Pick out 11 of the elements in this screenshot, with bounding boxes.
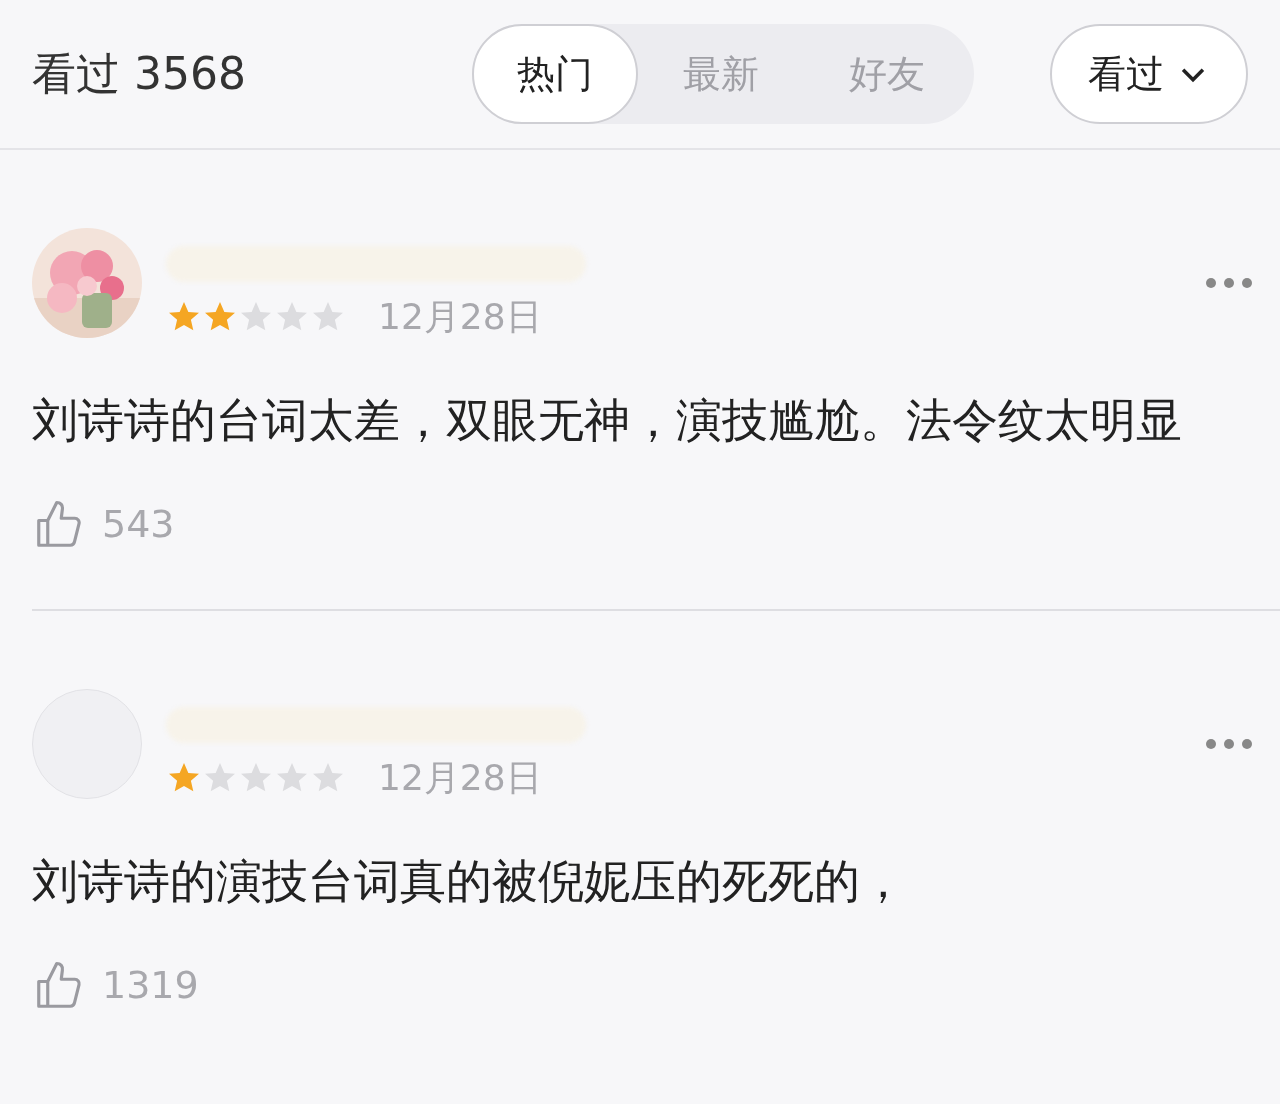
like-count: 1319 [102,962,199,1009]
sort-tab[interactable]: 热门 [472,24,638,124]
review-text: 刘诗诗的台词太差，双眼无神，演技尴尬。法令纹太明显 [32,392,1183,449]
review-text: 刘诗诗的演技台词真的被倪妮压的死死的， [32,853,907,910]
filter-dropdown[interactable]: 看过 [1050,24,1248,124]
review-date: 12月28日 [378,756,542,800]
watched-count-title: 看过 3568 [32,47,247,101]
like-count: 543 [102,501,175,548]
review-date: 12月28日 [378,295,542,339]
more-icon[interactable] [1206,278,1252,288]
more-icon[interactable] [1206,739,1252,749]
